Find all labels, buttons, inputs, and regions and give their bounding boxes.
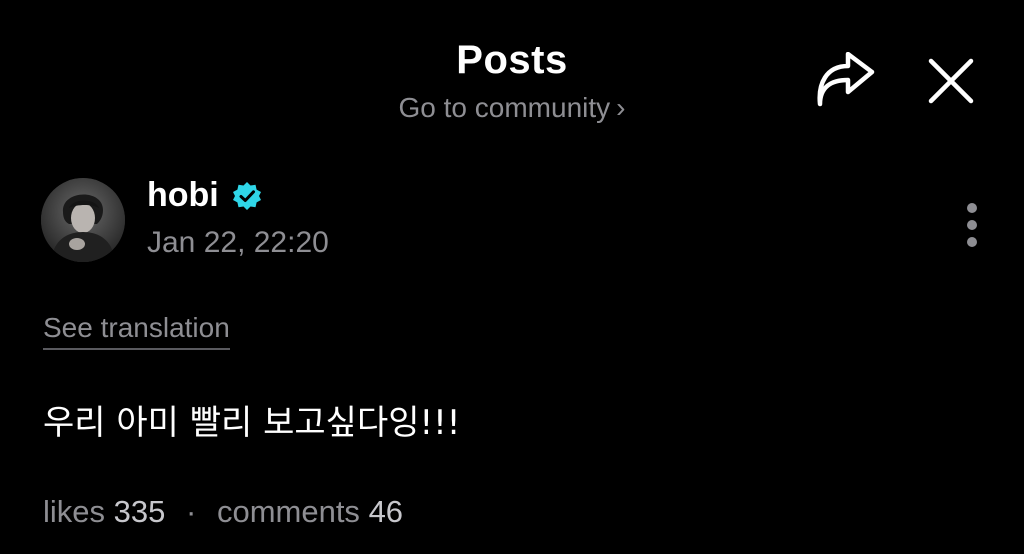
close-button[interactable]	[920, 50, 982, 112]
share-icon	[817, 52, 875, 107]
stats-separator: ·	[186, 494, 197, 529]
comments-label[interactable]: comments	[217, 494, 360, 529]
community-link-label: Go to community	[398, 92, 611, 123]
see-translation-link[interactable]: See translation	[43, 312, 230, 350]
share-button[interactable]	[812, 52, 878, 110]
comments-count: 46	[368, 494, 404, 529]
likes-count: 335	[113, 494, 166, 529]
likes-label[interactable]: likes	[43, 494, 105, 529]
avatar[interactable]	[41, 178, 125, 262]
more-vertical-icon	[967, 203, 977, 247]
post-timestamp: Jan 22, 22:20	[147, 226, 329, 259]
post-body-text: 우리 아미 빨리 보고싶다잉!!!	[43, 403, 461, 443]
chevron-right-icon: ›	[616, 92, 626, 123]
more-options-button[interactable]	[956, 198, 988, 256]
close-icon	[928, 58, 974, 104]
avatar-image	[41, 178, 125, 262]
author-name[interactable]: hobi	[147, 176, 219, 215]
verified-badge-icon	[233, 182, 261, 210]
post-stats: likes 335 · comments 46	[43, 494, 403, 530]
